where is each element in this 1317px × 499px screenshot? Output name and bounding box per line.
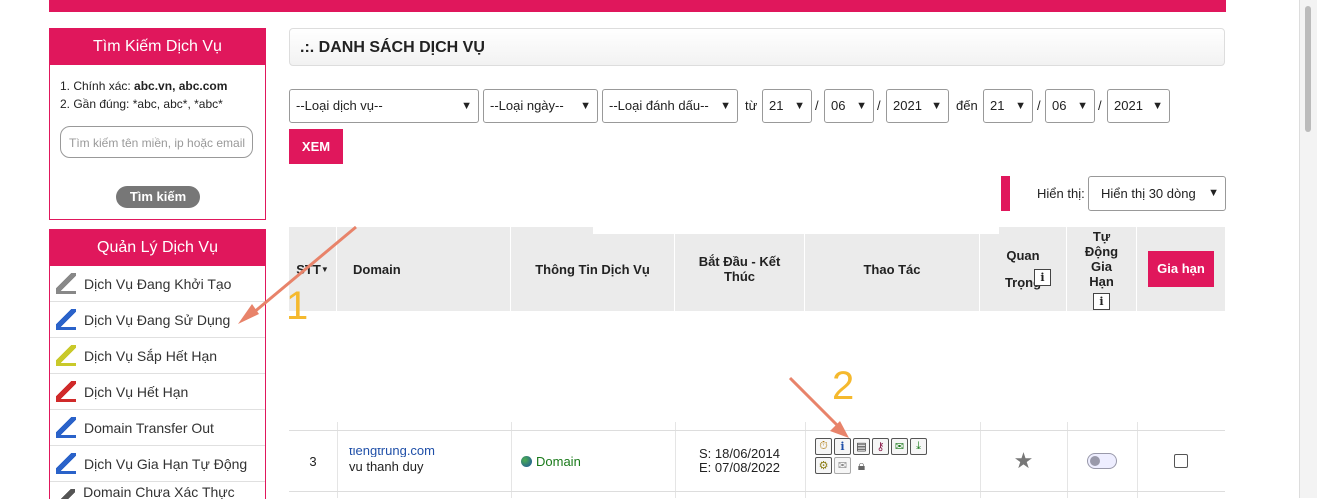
annotation-arrow-1 (238, 227, 356, 324)
annotation-arrows (0, 0, 1317, 498)
annotation-arrow-2 (790, 378, 849, 438)
